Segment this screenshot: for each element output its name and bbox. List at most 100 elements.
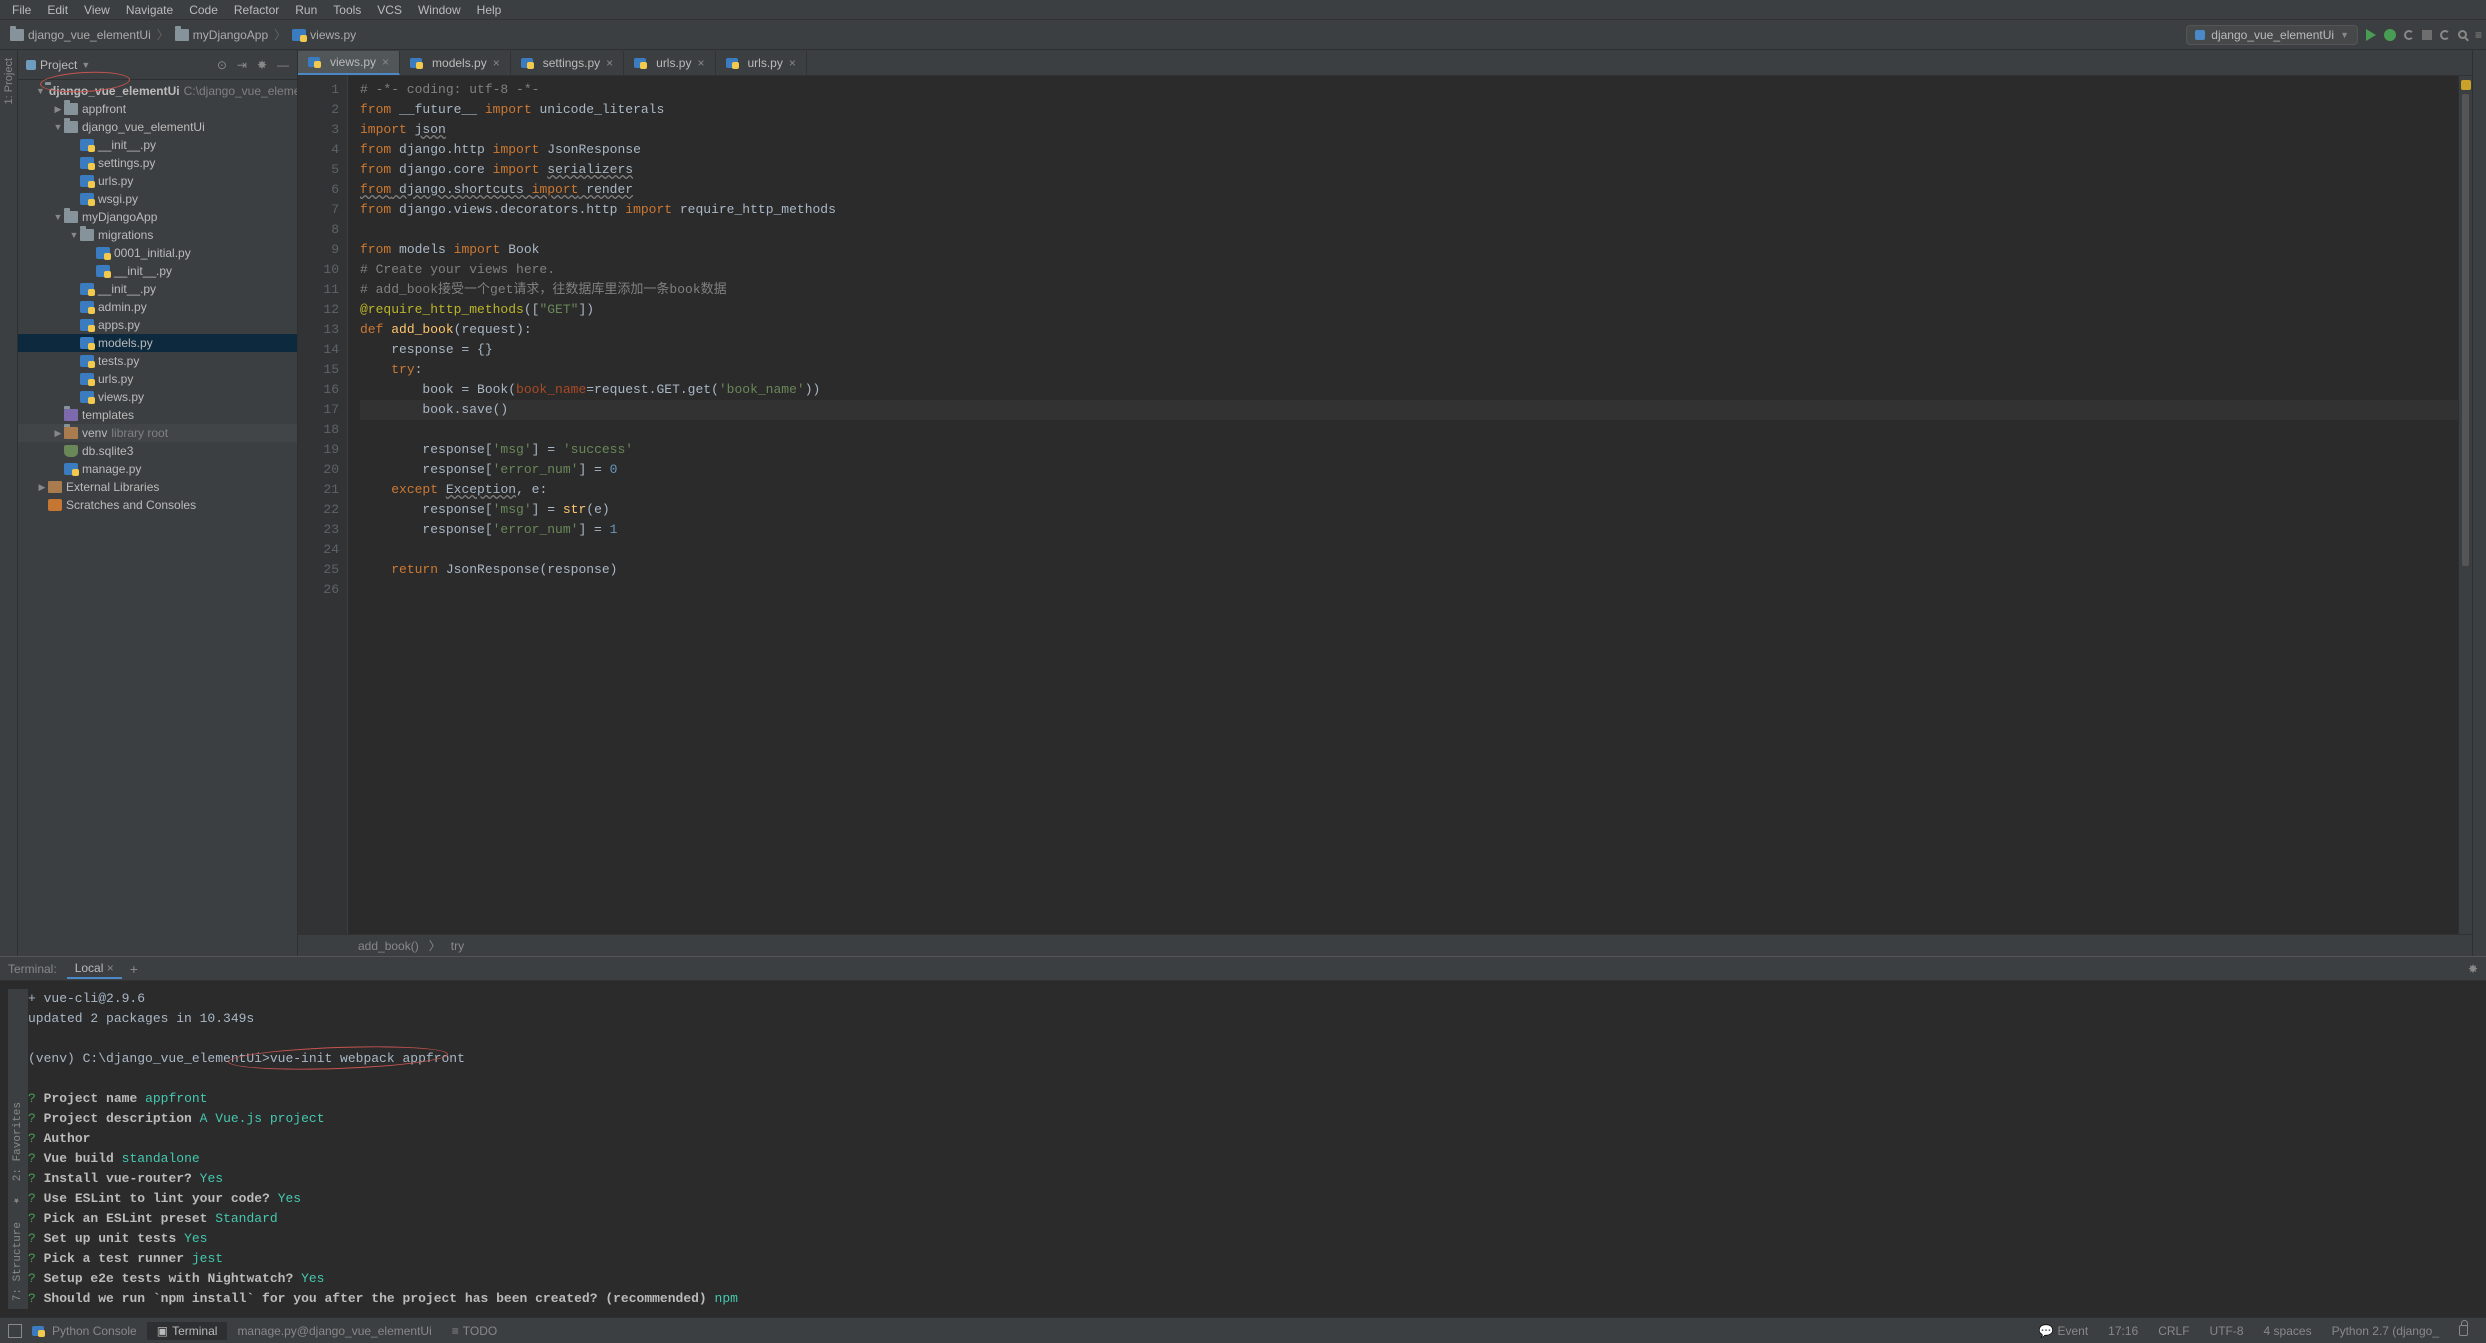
tree-db[interactable]: db.sqlite3 — [18, 442, 297, 460]
tree-settings[interactable]: settings.py — [18, 154, 297, 172]
terminal-tab-local[interactable]: Local × — [67, 959, 122, 979]
menu-edit[interactable]: Edit — [39, 1, 76, 19]
status-todo[interactable]: ≡ TODO — [442, 1322, 507, 1340]
project-tree[interactable]: ▼django_vue_elementUiC:\django_vue_eleme… — [18, 80, 297, 956]
collapse-all-icon[interactable]: ⇥ — [237, 58, 247, 72]
code-content[interactable]: # -*- coding: utf-8 -*- from __future__ … — [348, 76, 2458, 934]
tab-urls2[interactable]: urls.py× — [716, 51, 807, 75]
status-caret-pos[interactable]: 17:16 — [2098, 1322, 2148, 1340]
tree-pkg[interactable]: ▼django_vue_elementUi — [18, 118, 297, 136]
tree-appfront[interactable]: ▶appfront — [18, 100, 297, 118]
coverage-button[interactable] — [2404, 30, 2414, 40]
tree-manage[interactable]: manage.py — [18, 460, 297, 478]
tree-templates[interactable]: templates — [18, 406, 297, 424]
tree-app[interactable]: ▼myDjangoApp — [18, 208, 297, 226]
status-encoding[interactable]: UTF-8 — [2200, 1322, 2254, 1340]
tree-app-urls[interactable]: urls.py — [18, 370, 297, 388]
close-icon[interactable]: × — [107, 961, 114, 975]
toolwindow-toggle-icon[interactable] — [8, 1324, 22, 1338]
run-configuration-selector[interactable]: django_vue_elementUi ▼ — [2186, 25, 2358, 45]
python-file-icon — [80, 337, 94, 349]
tab-settings[interactable]: settings.py× — [511, 51, 624, 75]
tree-venv[interactable]: ▶venvlibrary root — [18, 424, 297, 442]
more-button[interactable]: ≡ — [2475, 28, 2480, 42]
status-lock-icon[interactable] — [2449, 1323, 2478, 1338]
terminal-settings-button[interactable]: ✸ — [2468, 962, 2478, 976]
python-file-icon — [410, 58, 422, 68]
menu-code[interactable]: Code — [181, 1, 226, 19]
close-icon[interactable]: × — [382, 55, 389, 69]
status-interpreter[interactable]: Python 2.7 (django_ — [2322, 1322, 2449, 1340]
search-everywhere-button[interactable] — [2458, 30, 2467, 39]
python-file-icon — [80, 391, 94, 403]
status-django-task[interactable]: manage.py@django_vue_elementUi — [227, 1322, 441, 1340]
hide-icon[interactable]: — — [277, 58, 289, 72]
editor-scrollbar[interactable] — [2458, 76, 2472, 934]
tab-urls1[interactable]: urls.py× — [624, 51, 715, 75]
status-eol[interactable]: CRLF — [2148, 1322, 2199, 1340]
breadcrumb-root[interactable]: django_vue_elementUi — [6, 26, 155, 44]
menu-window[interactable]: Window — [410, 1, 469, 19]
tree-app-init[interactable]: __init__.py — [18, 280, 297, 298]
tree-label: venv — [82, 426, 107, 440]
breadcrumb-file[interactable]: views.py — [288, 26, 360, 44]
menu-refactor[interactable]: Refactor — [226, 1, 287, 19]
tool-tab-structure[interactable]: 7: Structure — [8, 1222, 28, 1301]
menu-vcs[interactable]: VCS — [369, 1, 410, 19]
scroll-from-source-icon[interactable]: ⊙ — [217, 58, 227, 72]
scrollbar-thumb[interactable] — [2462, 94, 2469, 566]
run-button[interactable] — [2366, 29, 2376, 41]
tree-apps[interactable]: apps.py — [18, 316, 297, 334]
tab-views[interactable]: views.py× — [298, 51, 400, 75]
status-terminal[interactable]: ▣ Terminal — [147, 1322, 228, 1340]
terminal-output[interactable]: + vue-cli@2.9.6 updated 2 packages in 10… — [28, 989, 2470, 1309]
menu-run[interactable]: Run — [287, 1, 325, 19]
add-terminal-button[interactable]: + — [130, 961, 138, 977]
code-editor[interactable]: 1234567891011121314151617181920212223242… — [298, 76, 2472, 934]
tree-urls[interactable]: urls.py — [18, 172, 297, 190]
python-file-icon — [80, 193, 94, 205]
tool-tab-project[interactable]: 1: Project — [3, 58, 15, 104]
status-eventlog[interactable]: 💬 Event — [2029, 1322, 2099, 1340]
line-gutter[interactable]: 1234567891011121314151617181920212223242… — [298, 76, 348, 934]
menu-tools[interactable]: Tools — [325, 1, 369, 19]
close-icon[interactable]: × — [606, 56, 613, 70]
tree-init[interactable]: __init__.py — [18, 136, 297, 154]
status-indent[interactable]: 4 spaces — [2254, 1322, 2322, 1340]
inspection-warning-icon[interactable] — [2461, 80, 2471, 90]
debug-button[interactable] — [2384, 29, 2396, 41]
menu-file[interactable]: File — [4, 1, 39, 19]
crumb-fn[interactable]: add_book() — [358, 939, 419, 953]
chevron-down-icon[interactable]: ▼ — [81, 60, 90, 70]
menu-view[interactable]: View — [76, 1, 118, 19]
close-icon[interactable]: × — [697, 56, 704, 70]
tree-admin[interactable]: admin.py — [18, 298, 297, 316]
status-python-console[interactable]: Python Console — [22, 1322, 147, 1340]
tree-scratches[interactable]: Scratches and Consoles — [18, 496, 297, 514]
tree-mig-init[interactable]: __init__.py — [18, 262, 297, 280]
terminal-body[interactable]: 2: Favorites ★ 7: Structure + vue-cli@2.… — [0, 981, 2486, 1317]
tree-wsgi[interactable]: wsgi.py — [18, 190, 297, 208]
stop-button[interactable] — [2422, 30, 2432, 40]
close-icon[interactable]: × — [493, 56, 500, 70]
reload-button[interactable] — [2440, 30, 2450, 40]
menu-navigate[interactable]: Navigate — [118, 1, 181, 19]
code-breadcrumb: add_book() 〉 try — [298, 934, 2472, 956]
crumb-scope[interactable]: try — [451, 939, 464, 953]
term-q: Project description — [44, 1111, 192, 1126]
tree-models[interactable]: models.py — [18, 334, 297, 352]
breadcrumb-app[interactable]: myDjangoApp — [171, 26, 272, 44]
tool-tab-favorites[interactable]: 2: Favorites — [8, 1102, 28, 1181]
tab-models[interactable]: models.py× — [400, 51, 511, 75]
tree-mig-0001[interactable]: 0001_initial.py — [18, 244, 297, 262]
menu-help[interactable]: Help — [469, 1, 510, 19]
close-icon[interactable]: × — [789, 56, 796, 70]
tree-tests[interactable]: tests.py — [18, 352, 297, 370]
term-a: Yes — [278, 1191, 301, 1206]
tree-external[interactable]: ▶External Libraries — [18, 478, 297, 496]
tree-views[interactable]: views.py — [18, 388, 297, 406]
python-file-icon — [308, 57, 320, 67]
tree-migrations[interactable]: ▼migrations — [18, 226, 297, 244]
tree-root[interactable]: ▼django_vue_elementUiC:\django_vue_eleme… — [18, 82, 297, 100]
settings-icon[interactable]: ✸ — [257, 58, 267, 72]
